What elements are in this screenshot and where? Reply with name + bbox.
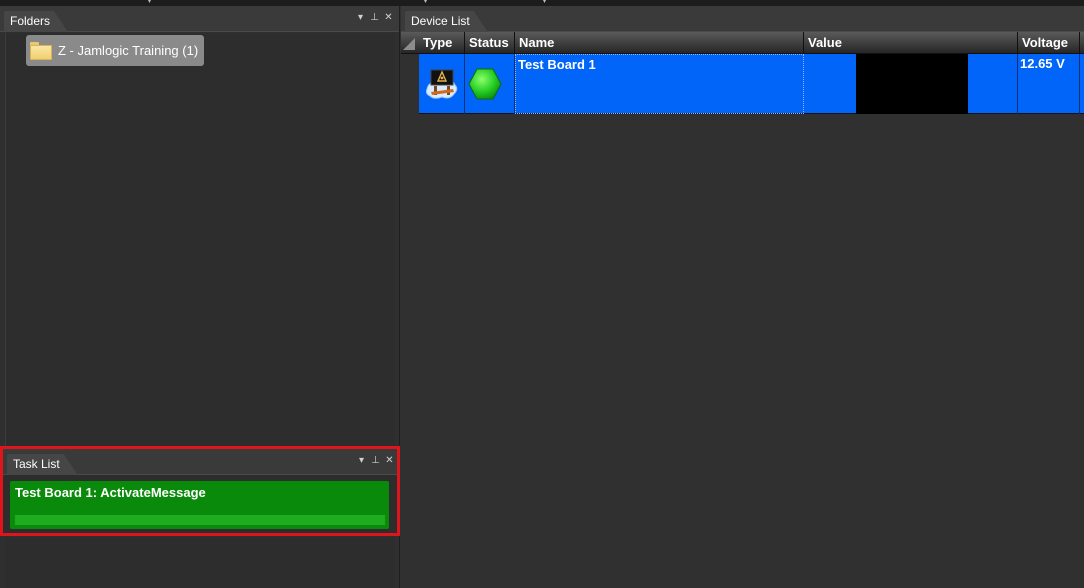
close-icon[interactable]: ✕ — [385, 455, 394, 467]
app-window: ▾ ▾ ▾ Folders ▾ ⊥ ✕ Z - Jamlogic Trainin… — [0, 0, 1084, 588]
pane-menu-icon[interactable]: ▾ — [356, 12, 365, 24]
device-list-panel: Device List Type Status Name Value Volta… — [401, 6, 1084, 588]
folders-tab[interactable]: Folders — [4, 11, 68, 32]
device-voltage: 12.65 V — [1020, 56, 1065, 71]
folder-item[interactable]: Z - Jamlogic Training (1) — [26, 35, 205, 66]
device-name: Test Board 1 — [518, 57, 596, 72]
task-progress-bar — [15, 515, 385, 525]
pin-icon[interactable]: ⊥ — [370, 12, 379, 24]
dropdown-arrow-icon[interactable]: ▾ — [543, 0, 548, 5]
sign-board-icon — [425, 69, 458, 99]
left-dock-empty-area — [5, 537, 395, 588]
cell-name[interactable]: Test Board 1 — [515, 54, 804, 114]
dropdown-arrow-icon[interactable]: ▾ — [424, 0, 429, 5]
table-row[interactable]: Test Board 1 12.65 V — [419, 54, 1084, 114]
grid-header: Type Status Name Value Voltage — [401, 32, 1084, 54]
task-title: Test Board 1: ActivateMessage — [15, 485, 206, 500]
dropdown-arrow-icon[interactable]: ▾ — [148, 0, 153, 5]
folders-tree: Z - Jamlogic Training (1) — [5, 33, 395, 447]
task-list-tab[interactable]: Task List — [7, 454, 78, 475]
folder-label: Z - Jamlogic Training (1) — [58, 43, 199, 58]
folders-header: Folders ▾ ⊥ ✕ — [0, 6, 399, 32]
column-header-voltage[interactable]: Voltage — [1018, 32, 1080, 54]
pane-menu-icon[interactable]: ▾ — [357, 455, 366, 467]
column-header-value[interactable]: Value — [804, 32, 1018, 54]
task-card[interactable]: Test Board 1: ActivateMessage — [10, 481, 389, 529]
column-header-name[interactable]: Name — [515, 32, 804, 54]
device-grid: Type Status Name Value Voltage Test Boar… — [401, 32, 1084, 114]
cell-status — [465, 54, 515, 114]
task-list-panel: Task List ▾ ⊥ ✕ Test Board 1: ActivateMe… — [0, 446, 400, 536]
column-header-status[interactable]: Status — [465, 32, 515, 54]
value-preview-block — [856, 54, 968, 114]
device-list-header: Device List — [401, 6, 1084, 32]
task-list-body: Test Board 1: ActivateMessage — [3, 475, 397, 533]
cell-voltage: 12.65 V — [1018, 54, 1080, 114]
close-icon[interactable]: ✕ — [384, 12, 393, 24]
select-all-corner[interactable] — [403, 38, 415, 50]
column-header-type[interactable]: Type — [419, 32, 465, 54]
task-list-controls: ▾ ⊥ ✕ — [357, 455, 394, 467]
folders-controls: ▾ ⊥ ✕ — [356, 12, 393, 24]
folder-icon — [30, 41, 52, 60]
green-hexagon-icon — [468, 68, 502, 100]
device-list-tab[interactable]: Device List — [405, 11, 488, 32]
task-progress-fill — [15, 515, 385, 525]
task-list-header: Task List ▾ ⊥ ✕ — [3, 449, 397, 475]
left-dock: Folders ▾ ⊥ ✕ Z - Jamlogic Training (1) … — [0, 6, 400, 588]
pin-icon[interactable]: ⊥ — [371, 455, 380, 467]
cell-type — [419, 54, 465, 114]
